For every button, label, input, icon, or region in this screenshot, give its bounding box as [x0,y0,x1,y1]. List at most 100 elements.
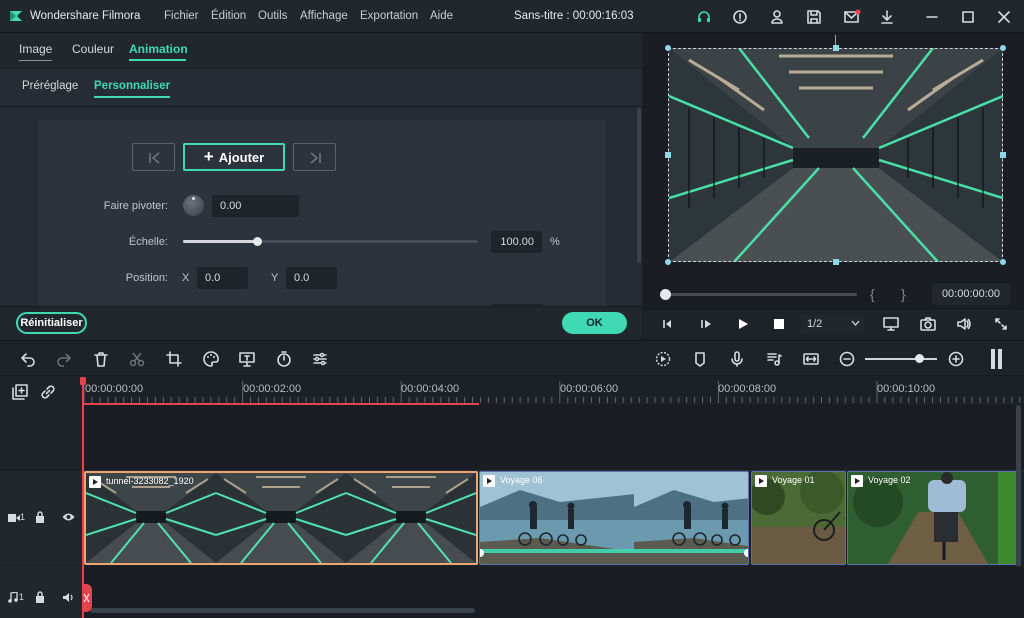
minimize-icon[interactable] [924,9,940,25]
menu-aide[interactable]: Aide [430,10,453,22]
adjust-icon[interactable] [312,351,328,367]
subtab-prereglage[interactable]: Préréglage [22,80,78,92]
position-y-field[interactable]: 0.0 [286,267,337,289]
clip-type-icon [89,476,101,488]
scale-slider[interactable] [183,237,478,246]
resize-handle[interactable] [665,259,671,265]
rotate-knob[interactable] [183,195,204,216]
zoom-in-icon[interactable] [948,351,964,367]
step-back-icon[interactable] [661,317,675,331]
ruler-label: 00:00:00:00 [85,383,144,395]
menu-fichier[interactable]: Fichier [164,10,199,22]
playhead-cut-icon[interactable] [82,584,92,612]
info-icon[interactable] [732,9,748,25]
lock-icon[interactable] [35,591,45,603]
resize-handle[interactable] [1000,259,1006,265]
menu-edition[interactable]: Édition [211,10,246,22]
save-icon[interactable] [806,9,822,25]
green-screen-icon[interactable] [239,351,255,367]
clip-voyage-06[interactable]: Voyage 06 [479,471,749,565]
undo-icon[interactable] [20,351,36,367]
resize-handle[interactable] [832,259,839,265]
playback-slider-handle[interactable] [660,289,671,300]
download-icon[interactable] [879,9,895,25]
playhead-head[interactable] [80,377,86,385]
snapshot-icon[interactable] [920,316,936,332]
zoom-out-icon[interactable] [839,351,855,367]
link-icon[interactable] [40,384,56,400]
cut-icon[interactable] [129,351,145,367]
resize-handle[interactable] [1000,152,1006,158]
clip-type-icon [483,475,495,487]
add-track-icon[interactable] [12,384,28,400]
resize-handle[interactable] [665,152,671,158]
video-track-icon [8,513,20,523]
mark-in-button[interactable]: { [870,286,875,302]
timeline-vscrollbar[interactable] [1016,405,1021,570]
clip-voyage-01[interactable]: Voyage 01 [751,471,846,565]
quality-select[interactable]: 1/2 [801,314,865,334]
maximize-icon[interactable] [960,9,976,25]
timeline: 00:00:00:00 00:00:02:00 00:00:04:00 00:0… [0,377,1024,618]
playback-slider[interactable] [660,289,857,300]
clip-tunnel[interactable]: tunnel-3233082_1920 [84,471,478,565]
add-keyframe-button[interactable]: + Ajouter [183,143,285,171]
redo-icon[interactable] [56,351,72,367]
panel-scrollbar[interactable] [637,108,641,263]
fit-timeline-icon[interactable] [803,351,819,367]
account-icon[interactable] [769,9,785,25]
visibility-eye-icon[interactable] [62,512,75,522]
panel-toggle-icon[interactable] [990,349,1004,369]
speaker-icon[interactable] [62,592,75,603]
menu-exportation[interactable]: Exportation [360,10,418,22]
subtab-personnaliser[interactable]: Personnaliser [94,80,170,92]
mail-icon[interactable] [843,9,861,25]
audio-mixer-icon[interactable] [766,351,782,367]
volume-icon[interactable] [956,316,972,332]
plus-icon: + [203,147,214,166]
audio-track-number: 1 [19,592,25,602]
selection-box[interactable] [668,48,1003,262]
headset-icon[interactable] [696,9,712,25]
zoom-slider-handle[interactable] [915,354,924,363]
zoom-slider[interactable] [865,354,937,363]
transition-end-handle[interactable] [744,549,748,557]
scale-slider-handle[interactable] [252,237,262,246]
display-icon[interactable] [883,316,899,332]
timeline-hscrollbar[interactable] [90,608,475,613]
position-x-field[interactable]: 0.0 [197,267,248,289]
prev-keyframe-button[interactable] [132,143,175,171]
fullscreen-icon[interactable] [993,316,1009,332]
lock-icon[interactable] [35,511,45,523]
next-keyframe-button[interactable] [293,143,336,171]
tab-couleur[interactable]: Couleur [72,42,114,56]
mark-out-button[interactable]: } [901,286,906,302]
clip-voyage-02[interactable]: Voyage 02 [847,471,1020,565]
clip-thumbnail [848,472,1019,564]
microphone-icon[interactable] [729,351,745,367]
crop-icon[interactable] [166,351,182,367]
add-keyframe-label: Ajouter [218,149,265,165]
resize-handle[interactable] [832,45,839,51]
stop-icon[interactable] [773,318,785,330]
color-palette-icon[interactable] [203,351,219,367]
tab-image[interactable]: Image [19,42,52,56]
menu-affichage[interactable]: Affichage [300,10,348,22]
reset-button[interactable]: Réinitialiser [16,312,87,334]
scale-field[interactable]: 100.00 [491,231,542,253]
close-icon[interactable] [996,9,1012,25]
render-preview-icon[interactable] [655,351,671,367]
menu-outils[interactable]: Outils [258,10,287,22]
ok-button[interactable]: OK [562,312,627,334]
play-icon[interactable] [736,317,750,331]
tab-animation[interactable]: Animation [129,42,188,56]
playhead[interactable] [82,377,84,618]
rotate-field[interactable]: 0.00 [212,195,299,217]
play-frame-icon[interactable] [699,317,713,331]
resize-handle[interactable] [665,45,671,51]
resize-handle[interactable] [1000,45,1006,51]
speed-timer-icon[interactable] [276,351,292,367]
keyframe-editor: + Ajouter Faire pivoter: 0.00 Échelle: 1… [38,120,606,308]
marker-icon[interactable] [692,351,708,367]
delete-icon[interactable] [93,351,109,367]
